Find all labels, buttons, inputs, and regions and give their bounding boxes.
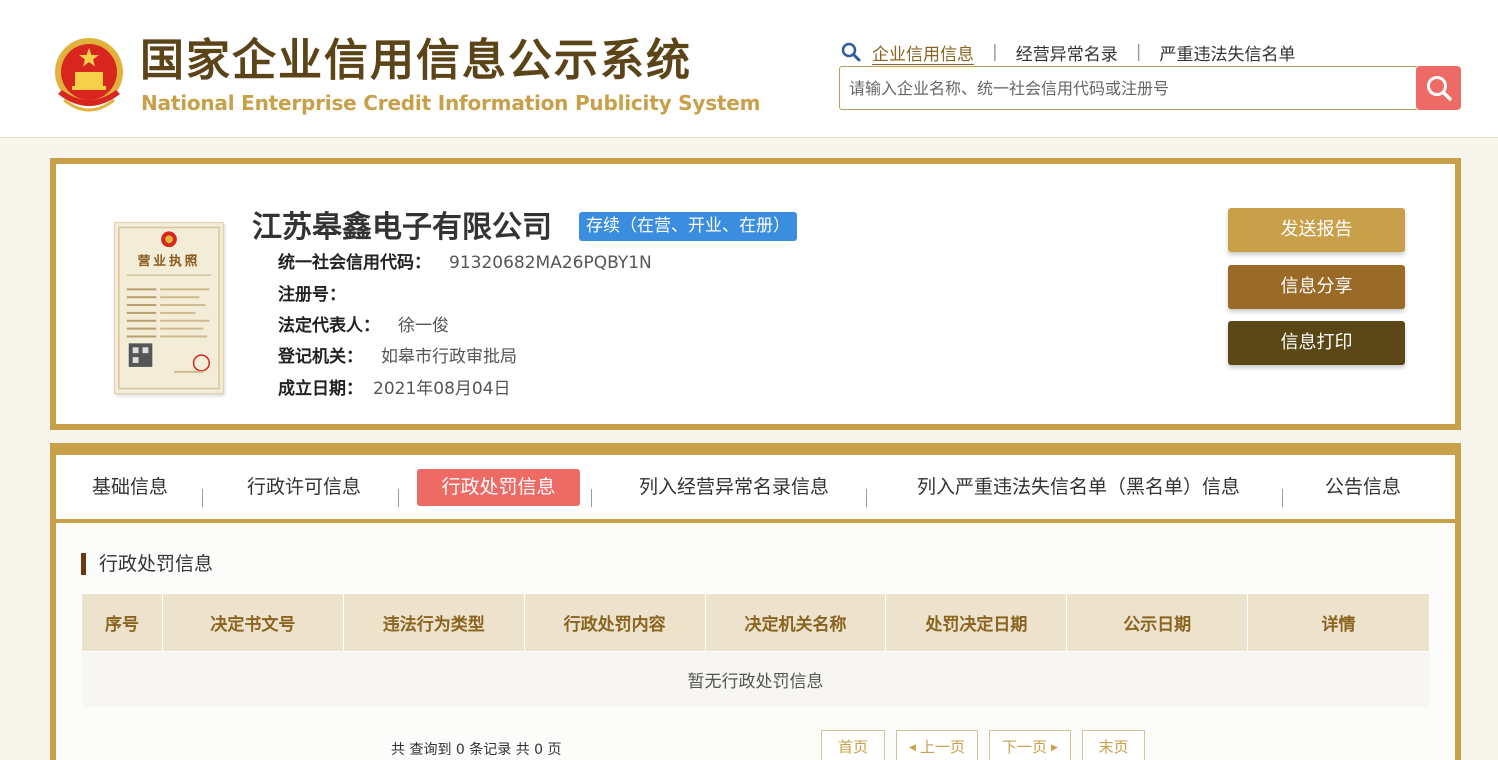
site-title-en: National Enterprise Credit Information P…: [141, 91, 761, 115]
last-page-button[interactable]: 末页: [1082, 730, 1145, 760]
nav-separator: |: [992, 42, 998, 62]
top-nav: 企业信用信息 | 经营异常名录 | 严重违法失信名单: [840, 40, 1295, 65]
info-value: 如皋市行政审批局: [381, 347, 517, 367]
column-header: 详情: [1247, 593, 1430, 652]
info-label: 成立日期：: [278, 379, 363, 399]
table-header-row: 序号 决定书文号 违法行为类型 行政处罚内容 决定机关名称 处罚决定日期 公示日…: [81, 593, 1430, 652]
nav-blacklist[interactable]: 严重违法失信名单: [1159, 40, 1295, 65]
info-value: 徐一俊: [398, 316, 449, 336]
search-box: [839, 66, 1417, 110]
info-registration-authority: 登记机关： 如皋市行政审批局: [278, 345, 517, 369]
company-name: 江苏皋鑫电子有限公司: [252, 210, 552, 245]
column-header: 决定书文号: [161, 593, 344, 652]
prev-page-label: 上一页: [919, 738, 965, 756]
info-credit-code: 统一社会信用代码： 91320682MA26PQBY1N: [278, 251, 652, 275]
info-established-date: 成立日期： 2021年08月04日: [278, 377, 511, 401]
info-label: 法定代表人：: [278, 316, 380, 336]
triangle-right-icon: ▶: [1051, 743, 1058, 753]
column-header: 决定机关名称: [704, 593, 887, 652]
magnifier-icon: [841, 42, 861, 62]
send-report-button[interactable]: 发送报告: [1228, 208, 1405, 252]
tab-separator: [398, 489, 399, 507]
column-header: 处罚决定日期: [885, 593, 1068, 652]
penalty-content: 行政处罚信息 序号 决定书文号 违法行为类型 行政处罚内容 决定机关名称 处罚决…: [56, 523, 1455, 760]
company-card: 营业执照 江苏皋鑫电子有限公司 存续（在营、开业、在册） 统一社会信用代码： 91…: [50, 158, 1461, 430]
first-page-label: 首页: [837, 738, 868, 756]
first-page-button[interactable]: 首页: [821, 730, 885, 760]
tab-admin-license[interactable]: 行政许可信息: [244, 469, 364, 506]
last-page-label: 末页: [1098, 738, 1129, 756]
triangle-left-icon: ◀: [909, 743, 916, 753]
nav-abnormal-list[interactable]: 经营异常名录: [1016, 40, 1118, 65]
nav-enterprise-credit[interactable]: 企业信用信息: [872, 40, 974, 65]
tab-basic-info[interactable]: 基础信息: [90, 469, 170, 506]
tab-separator: [866, 489, 867, 507]
status-badge: 存续（在营、开业、在册）: [579, 212, 797, 241]
info-value: 2021年08月04日: [373, 379, 511, 399]
prev-page-button[interactable]: ◀ 上一页: [896, 730, 978, 760]
penalty-table: 序号 决定书文号 违法行为类型 行政处罚内容 决定机关名称 处罚决定日期 公示日…: [81, 593, 1430, 707]
tab-separator: [202, 489, 203, 507]
empty-message: 暂无行政处罚信息: [81, 651, 1430, 707]
share-info-button[interactable]: 信息分享: [1228, 265, 1405, 309]
tab-separator: [591, 489, 592, 507]
info-value: 91320682MA26PQBY1N: [449, 253, 652, 273]
column-header: 违法行为类型: [342, 593, 525, 652]
license-title: 营业执照: [138, 253, 201, 269]
table-row: 暂无行政处罚信息: [81, 651, 1430, 707]
section-title: 行政处罚信息: [81, 553, 213, 575]
info-label: 登记机关：: [278, 347, 363, 367]
column-header: 序号: [81, 593, 163, 652]
info-legal-rep: 法定代表人： 徐一俊: [278, 314, 449, 338]
pagination-summary: 共 查询到 0 条记录 共 0 页: [391, 742, 562, 758]
tab-separator: [1282, 489, 1283, 507]
info-label: 注册号：: [278, 285, 346, 305]
tab-abnormal-list[interactable]: 列入经营异常名录信息: [632, 469, 836, 506]
tab-bar: 基础信息 行政许可信息 行政处罚信息 列入经营异常名录信息 列入严重违法失信名单…: [56, 455, 1455, 519]
info-reg-number: 注册号：: [278, 283, 364, 307]
tab-announcements[interactable]: 公告信息: [1322, 469, 1404, 506]
detail-panel: 基础信息 行政许可信息 行政处罚信息 列入经营异常名录信息 列入严重违法失信名单…: [50, 443, 1461, 760]
tab-admin-penalty[interactable]: 行政处罚信息: [417, 469, 580, 506]
site-title-cn: 国家企业信用信息公示系统: [140, 35, 692, 86]
info-label: 统一社会信用代码：: [278, 253, 431, 273]
nav-separator: |: [1135, 42, 1142, 62]
column-header: 行政处罚内容: [523, 593, 706, 652]
column-header: 公示日期: [1066, 593, 1249, 652]
next-page-button[interactable]: 下一页 ▶: [989, 730, 1071, 760]
national-emblem-icon: [55, 38, 123, 112]
search-button[interactable]: [1416, 66, 1461, 110]
business-license-image[interactable]: 营业执照: [114, 222, 224, 394]
next-page-label: 下一页: [1002, 738, 1048, 756]
print-info-button[interactable]: 信息打印: [1228, 321, 1405, 365]
search-icon: [1426, 76, 1452, 101]
tab-blacklist[interactable]: 列入严重违法失信名单（黑名单）信息: [906, 469, 1251, 506]
site-header: 国家企业信用信息公示系统 National Enterprise Credit …: [0, 0, 1498, 138]
search-input[interactable]: [840, 67, 1417, 109]
